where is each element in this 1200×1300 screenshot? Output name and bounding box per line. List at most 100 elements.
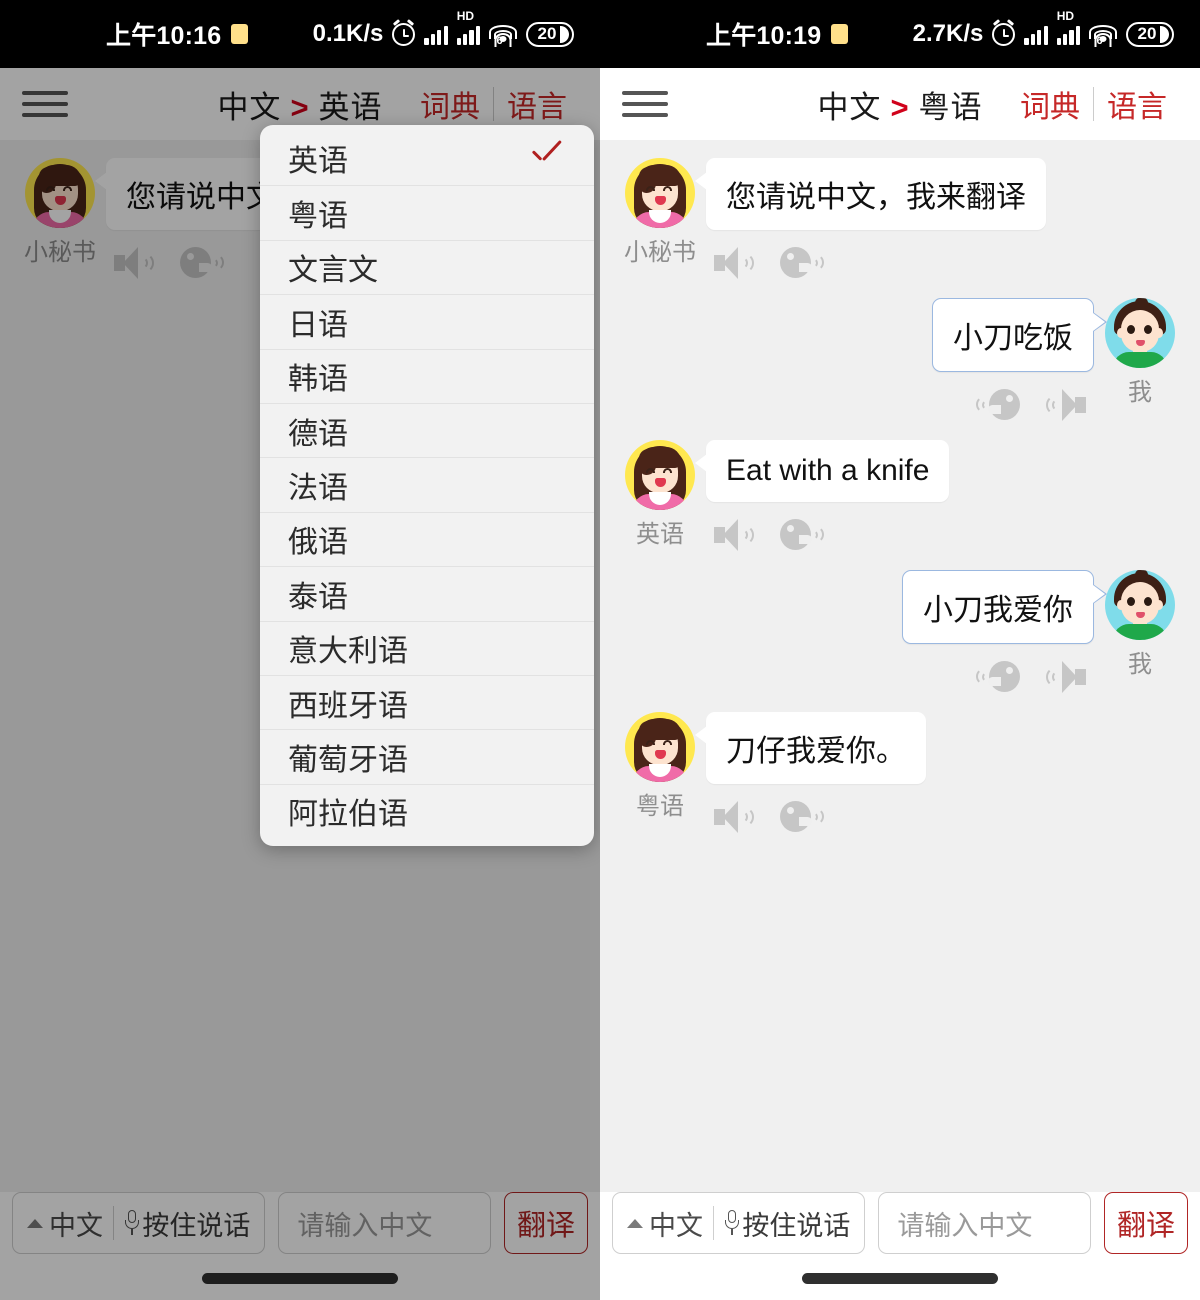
status-right-group: 0.1K/s HD 6 20 <box>313 10 574 48</box>
dropdown-item-spanish[interactable]: 西班牙语 <box>260 674 594 729</box>
chevron-up-icon <box>627 1218 643 1228</box>
battery-level: 20 <box>537 24 557 43</box>
voice-divider <box>713 1206 715 1240</box>
arrow-right-icon: > <box>890 89 910 125</box>
message-content: Eat with a knife <box>694 440 950 556</box>
dropdown-item-label: 德语 <box>288 417 348 451</box>
chat-message: 英语 Eat with a knife <box>618 440 1182 556</box>
header-actions-right: 词典 语言 <box>1007 82 1180 126</box>
hd-label: HD <box>1056 9 1075 23</box>
text-input[interactable]: 请输入中文 <box>878 1192 1091 1254</box>
dropdown-item-french[interactable]: 法语 <box>260 457 594 511</box>
hold-to-talk-button[interactable]: 按住说话 <box>724 1204 850 1243</box>
message-actions <box>706 514 824 556</box>
status-right-group: 2.7K/s HD 6 20 <box>913 10 1174 48</box>
message-actions <box>706 242 824 284</box>
dropdown-item-label: 葡萄牙语 <box>288 743 408 777</box>
dropdown-item-label: 意大利语 <box>288 635 408 669</box>
chat-message: 粤语 刀仔我爱你。 <box>618 712 1182 838</box>
dropdown-item-english[interactable]: 英语 <box>260 131 594 185</box>
message-bubble[interactable]: Eat with a knife <box>694 440 950 502</box>
dropdown-item-classical-chinese[interactable]: 文言文 <box>260 239 594 294</box>
hold-to-talk-label: 按住说话 <box>742 1210 851 1241</box>
speaker-icon[interactable] <box>1046 661 1086 693</box>
dropdown-item-japanese[interactable]: 日语 <box>260 294 594 348</box>
dropdown-item-german[interactable]: 德语 <box>260 402 594 457</box>
dropdown-item-label: 法语 <box>288 472 348 506</box>
message-bubble[interactable]: 刀仔我爱你。 <box>695 712 926 784</box>
message-content: 小刀吃饭 <box>932 298 1107 426</box>
sender-name: 粤语 <box>636 793 684 820</box>
signal-bars-icon <box>1024 23 1048 45</box>
dropdown-item-italian[interactable]: 意大利语 <box>260 620 594 675</box>
wifi-generation-label: 6 <box>1094 33 1112 47</box>
hd-label: HD <box>456 9 475 23</box>
speaker-icon[interactable] <box>1046 389 1086 421</box>
message-content: 您请说中文，我来翻译 <box>695 158 1046 284</box>
message-bubble[interactable]: 您请说中文，我来翻译 <box>695 158 1046 230</box>
status-bar-right: 上午10:19 2.7K/s HD 6 20 <box>600 0 1200 68</box>
sender-name: 我 <box>1128 379 1152 406</box>
sender-name: 英语 <box>636 521 684 548</box>
speaker-icon[interactable] <box>714 801 754 833</box>
speaker-icon[interactable] <box>714 247 754 279</box>
chat-message: 小秘书 您请说中文，我来翻译 <box>618 158 1182 284</box>
dropdown-item-cantonese[interactable]: 粤语 <box>260 185 594 239</box>
left-screen: 上午10:16 0.1K/s HD 6 20 中文 > 英语 词典 语言 小秘书… <box>0 0 600 1300</box>
dropdown-item-label: 俄语 <box>288 526 348 560</box>
dropdown-item-label: 阿拉伯语 <box>288 798 408 832</box>
message-bubble[interactable]: 小刀我爱你 <box>902 570 1107 644</box>
message-actions <box>976 656 1094 698</box>
bottom-bar-right: 中文 按住说话 请输入中文 翻译 <box>600 1192 1200 1254</box>
app-header-right: 中文 > 粤语 词典 语言 <box>600 68 1200 140</box>
voice-language-label: 中文 <box>649 1210 703 1241</box>
wifi-generation-label: 6 <box>494 33 512 47</box>
voice-language-selector[interactable]: 中文 <box>627 1204 703 1243</box>
dropdown-item-portuguese[interactable]: 葡萄牙语 <box>260 729 594 783</box>
translate-button[interactable]: 翻译 <box>1103 1192 1188 1254</box>
chat-list-right[interactable]: 小秘书 您请说中文，我来翻译 我 小刀吃饭 英语 Eat with a knif… <box>600 140 1200 1192</box>
dropdown-item-korean[interactable]: 韩语 <box>260 348 594 403</box>
message-content: 刀仔我爱你。 <box>695 712 926 838</box>
status-time: 上午10:19 <box>706 22 822 50</box>
message-sender: 我 <box>1098 298 1182 426</box>
dropdown-item-label: 英语 <box>288 145 348 179</box>
chat-message: 我 小刀我爱你 <box>618 570 1182 698</box>
dropdown-item-arabic[interactable]: 阿拉伯语 <box>260 783 594 838</box>
battery-icon: 20 <box>526 21 574 47</box>
dropdown-item-thai[interactable]: 泰语 <box>260 566 594 620</box>
notification-dot-icon <box>831 24 849 44</box>
signal-bars-icon <box>424 23 448 45</box>
dropdown-item-label: 文言文 <box>288 254 378 288</box>
sender-name: 小秘书 <box>624 239 696 266</box>
dictionary-button[interactable]: 词典 <box>1007 82 1093 126</box>
status-left-group: 上午10:19 <box>706 16 849 52</box>
notification-dot-icon <box>231 24 249 44</box>
wifi-icon: 6 <box>489 23 517 47</box>
dropdown-item-label: 泰语 <box>288 580 348 614</box>
message-sender: 粤语 <box>618 712 702 838</box>
speak-head-icon[interactable] <box>976 660 1022 694</box>
hd-signal-icon: HD <box>1056 10 1080 45</box>
speak-head-icon[interactable] <box>778 800 824 834</box>
dual-screenshot-container: 上午10:16 0.1K/s HD 6 20 中文 > 英语 词典 语言 小秘书… <box>0 0 1200 1300</box>
language-button[interactable]: 语言 <box>1094 82 1180 126</box>
avatar-user-icon <box>1105 298 1175 368</box>
dropdown-item-label: 日语 <box>288 308 348 342</box>
avatar-assistant-icon <box>625 158 695 228</box>
message-bubble[interactable]: 小刀吃饭 <box>932 298 1107 372</box>
language-dropdown[interactable]: 英语 粤语 文言文 日语 韩语 德语 法语 俄语 泰语 意大利语 西班牙语 葡萄… <box>260 125 594 847</box>
speak-head-icon[interactable] <box>778 246 824 280</box>
source-language-label: 中文 <box>817 89 882 125</box>
dropdown-item-russian[interactable]: 俄语 <box>260 511 594 566</box>
menu-icon[interactable] <box>622 87 668 121</box>
speaker-icon[interactable] <box>714 519 754 551</box>
battery-icon: 20 <box>1126 21 1174 47</box>
hd-signal-icon: HD <box>456 10 480 45</box>
status-time: 上午10:16 <box>106 22 222 50</box>
microphone-icon <box>724 1210 739 1236</box>
speak-head-icon[interactable] <box>778 518 824 552</box>
avatar-assistant-icon <box>625 440 695 510</box>
dropdown-item-label: 西班牙语 <box>288 689 408 723</box>
speak-head-icon[interactable] <box>976 388 1022 422</box>
